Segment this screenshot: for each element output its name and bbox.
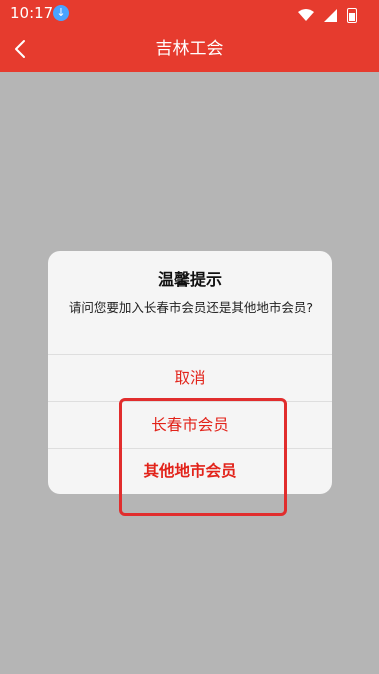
status-bar: 10:17 ↓ — [0, 0, 379, 26]
highlight-annotation — [119, 398, 287, 516]
wifi-icon — [297, 9, 314, 22]
download-icon: ↓ — [53, 5, 69, 21]
signal-icon — [323, 9, 337, 22]
app-bar: 吉林工会 — [0, 26, 379, 72]
system-icons — [293, 5, 357, 23]
dialog-message: 请问您要加入长春市会员还是其他地市会员? — [68, 300, 314, 315]
status-time: 10:17 — [10, 4, 54, 22]
page-title: 吉林工会 — [155, 39, 224, 59]
battery-icon — [347, 8, 357, 23]
dialog-title: 温馨提示 — [157, 270, 222, 289]
cancel-button[interactable]: 取消 — [48, 355, 332, 401]
